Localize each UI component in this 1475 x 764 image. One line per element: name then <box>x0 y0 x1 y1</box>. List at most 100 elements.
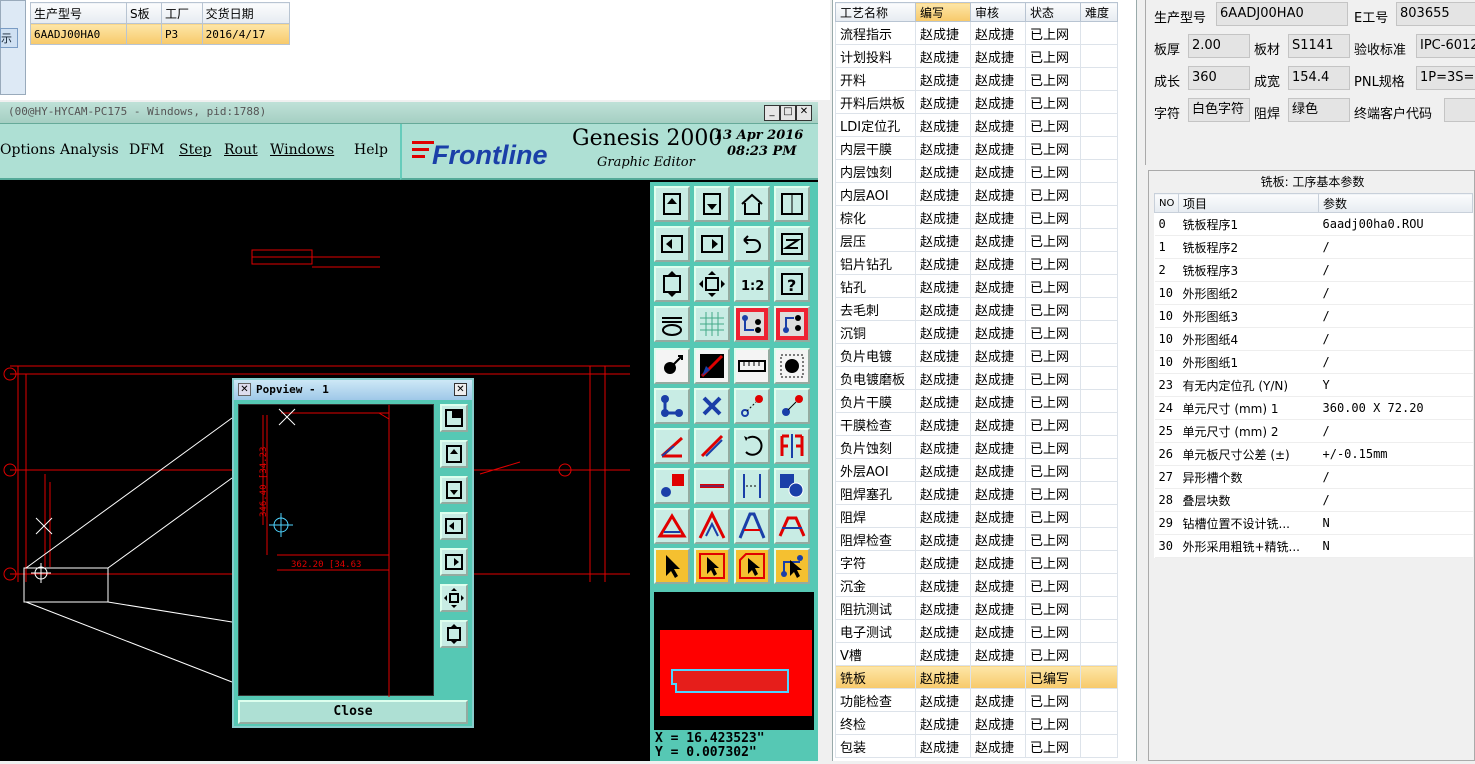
process-cell-difficulty[interactable] <box>1080 136 1118 160</box>
params-row[interactable]: 10 外形图纸4/ <box>1154 327 1473 351</box>
tool-pad-target[interactable] <box>774 348 810 384</box>
params-cell-value[interactable]: 360.00 X 72.20 <box>1318 396 1473 420</box>
order-header-delivery-date[interactable]: 交货日期 <box>201 2 291 24</box>
material-field[interactable]: S1141 <box>1288 34 1350 58</box>
process-cell-status[interactable]: 已上网 <box>1025 481 1081 505</box>
process-cell-status[interactable]: 已上网 <box>1025 274 1081 298</box>
process-cell-difficulty[interactable] <box>1080 458 1118 482</box>
process-cell-difficulty[interactable] <box>1080 711 1118 735</box>
process-row[interactable]: 负片电镀 赵成捷 赵成捷 已上网 <box>835 343 1118 367</box>
process-cell-name[interactable]: 计划投料 <box>835 44 916 68</box>
popview-tool-up[interactable] <box>440 440 468 468</box>
process-cell-difficulty[interactable] <box>1080 182 1118 206</box>
params-cell-item[interactable]: 铣板程序3 <box>1178 258 1319 282</box>
tool-pointer-box[interactable] <box>694 548 730 584</box>
process-cell-reviewer[interactable]: 赵成捷 <box>970 251 1026 275</box>
params-cell-no[interactable]: 25 <box>1154 419 1179 443</box>
tool-cut[interactable] <box>694 388 730 424</box>
process-cell-difficulty[interactable] <box>1080 481 1118 505</box>
params-row[interactable]: 26 单元板尺寸公差 (±) +/-0.15mm <box>1154 442 1473 466</box>
process-cell-name[interactable]: 负片蚀刻 <box>835 435 916 459</box>
tool-zoom-home[interactable] <box>654 186 690 222</box>
params-row[interactable]: 10 外形图纸3/ <box>1154 304 1473 328</box>
process-cell-status[interactable]: 已上网 <box>1025 527 1081 551</box>
process-cell-name[interactable]: 阻抗测试 <box>835 596 916 620</box>
process-cell-name[interactable]: 负片电镀 <box>835 343 916 367</box>
process-row[interactable]: 层压 赵成捷 赵成捷 已上网 <box>835 228 1118 252</box>
process-row[interactable]: 外层AOI 赵成捷 赵成捷 已上网 <box>835 458 1118 482</box>
process-cell-reviewer[interactable]: 赵成捷 <box>970 458 1026 482</box>
process-cell-name[interactable]: 负片干膜 <box>835 389 916 413</box>
process-cell-name[interactable]: 外层AOI <box>835 458 916 482</box>
popview-canvas[interactable]: 346.40 [34.23 362.20 [34.63 <box>238 404 434 697</box>
params-cell-no[interactable]: 30 <box>1154 534 1179 558</box>
process-cell-name[interactable]: 阻焊检查 <box>835 527 916 551</box>
params-cell-item[interactable]: 铣板程序2 <box>1178 235 1319 259</box>
process-cell-author[interactable]: 赵成捷 <box>915 688 971 712</box>
character-field[interactable]: 白色字符 <box>1188 98 1250 122</box>
process-cell-reviewer[interactable]: 赵成捷 <box>970 389 1026 413</box>
solder-mask-field[interactable]: 绿色 <box>1288 98 1350 122</box>
minimize-icon[interactable]: _ <box>764 105 780 121</box>
params-cell-item[interactable]: 外形图纸2 <box>1178 281 1319 305</box>
params-cell-item[interactable]: 外形图纸4 <box>1178 327 1319 351</box>
tool-download[interactable] <box>694 186 730 222</box>
tool-line[interactable] <box>694 428 730 464</box>
tool-fit-vertical[interactable] <box>654 266 690 302</box>
process-row[interactable]: 计划投料 赵成捷 赵成捷 已上网 <box>835 44 1118 68</box>
tool-help[interactable]: ? <box>774 266 810 302</box>
params-cell-no[interactable]: 27 <box>1154 465 1179 489</box>
maximize-icon[interactable]: □ <box>780 105 796 121</box>
process-cell-reviewer[interactable]: 赵成捷 <box>970 67 1026 91</box>
process-row[interactable]: 开料 赵成捷 赵成捷 已上网 <box>835 67 1118 91</box>
process-cell-name[interactable]: 终检 <box>835 711 916 735</box>
tool-pan-left[interactable] <box>654 226 690 262</box>
menu-options[interactable]: Options <box>0 142 55 158</box>
popview-titlebar[interactable]: ✕ Popview - 1 ✕ <box>234 380 472 400</box>
process-cell-author[interactable]: 赵成捷 <box>915 642 971 666</box>
params-cell-value[interactable]: N <box>1318 511 1473 535</box>
process-header-status[interactable]: 状态 <box>1025 2 1081 22</box>
tool-pointer[interactable] <box>654 548 690 584</box>
process-cell-reviewer[interactable]: 赵成捷 <box>970 205 1026 229</box>
process-cell-author[interactable]: 赵成捷 <box>915 136 971 160</box>
process-cell-difficulty[interactable] <box>1080 90 1118 114</box>
params-row[interactable]: 10 外形图纸2/ <box>1154 281 1473 305</box>
params-cell-item[interactable]: 异形槽个数 <box>1178 465 1319 489</box>
params-cell-item[interactable]: 外形图纸3 <box>1178 304 1319 328</box>
process-cell-name[interactable]: 负电镀磨板 <box>835 366 916 390</box>
process-cell-reviewer[interactable]: 赵成捷 <box>970 504 1026 528</box>
params-row[interactable]: 28 叠层块数 / <box>1154 488 1473 512</box>
process-cell-name[interactable]: 功能检查 <box>835 688 916 712</box>
process-cell-reviewer[interactable]: 赵成捷 <box>970 619 1026 643</box>
process-cell-difficulty[interactable] <box>1080 504 1118 528</box>
params-cell-no[interactable]: 29 <box>1154 511 1179 535</box>
popview-menu-icon[interactable]: ✕ <box>238 383 251 396</box>
process-row[interactable]: 钻孔 赵成捷 赵成捷 已上网 <box>835 274 1118 298</box>
process-cell-reviewer[interactable]: 赵成捷 <box>970 366 1026 390</box>
process-cell-difficulty[interactable] <box>1080 642 1118 666</box>
params-cell-item[interactable]: 钻槽位置不设计铣... <box>1178 511 1319 535</box>
tool-spacing[interactable] <box>734 468 770 504</box>
process-cell-author[interactable]: 赵成捷 <box>915 458 971 482</box>
order-row[interactable]: 6AADJ00HA0 P3 2016/4/17 <box>29 23 291 45</box>
params-cell-item[interactable]: 单元尺寸 (mm) 1 <box>1178 396 1319 420</box>
popview-tool-right[interactable] <box>440 548 468 576</box>
process-cell-name[interactable]: 层压 <box>835 228 916 252</box>
menu-step[interactable]: Step <box>179 142 211 158</box>
menu-rout[interactable]: Rout <box>224 142 258 158</box>
process-cell-status[interactable]: 已上网 <box>1025 366 1081 390</box>
popview-tool-zoom[interactable] <box>440 404 468 432</box>
params-header-value[interactable]: 参数 <box>1318 193 1473 213</box>
process-cell-name[interactable]: 字符 <box>835 550 916 574</box>
params-cell-item[interactable]: 外形采用粗铣+精铣... <box>1178 534 1319 558</box>
model-field[interactable]: 6AADJ00HA0 <box>1216 2 1348 26</box>
process-cell-author[interactable]: 赵成捷 <box>915 412 971 436</box>
order-header-factory[interactable]: 工厂 <box>160 2 203 24</box>
process-cell-reviewer[interactable]: 赵成捷 <box>970 113 1026 137</box>
thickness-field[interactable]: 2.00 <box>1188 34 1250 58</box>
order-cell-delivery-date[interactable]: 2016/4/17 <box>201 23 291 45</box>
process-cell-author[interactable]: 赵成捷 <box>915 573 971 597</box>
process-cell-status[interactable]: 已上网 <box>1025 343 1081 367</box>
length-field[interactable]: 360 <box>1188 66 1250 90</box>
